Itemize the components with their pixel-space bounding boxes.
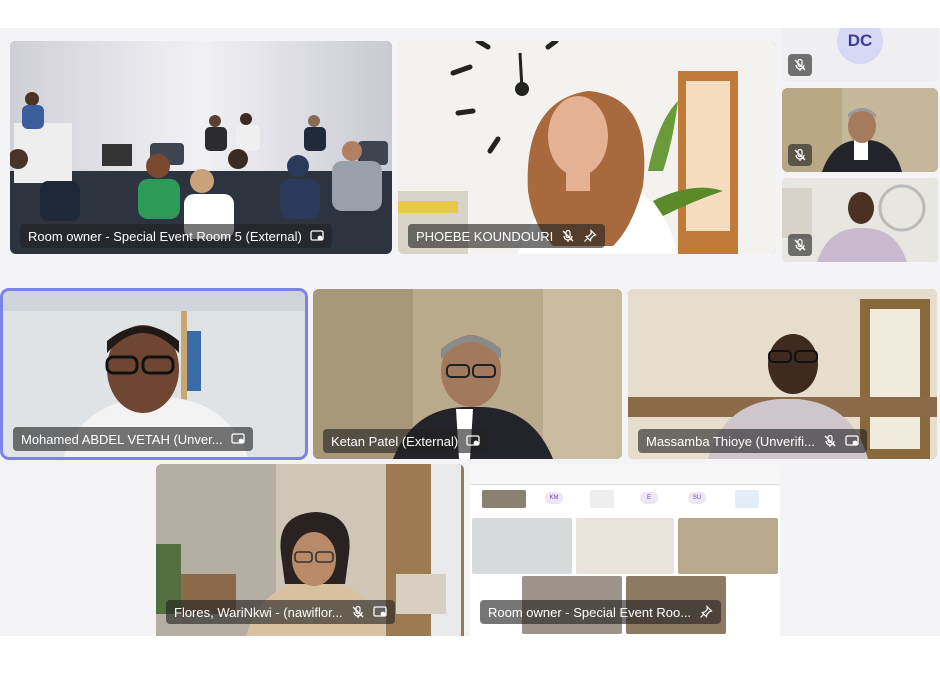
participant-name: Mohamed ABDEL VETAH (Unver... xyxy=(21,431,223,447)
mic-off-icon xyxy=(823,434,837,448)
participant-name: Flores, WariNkwi - (nawiflor... xyxy=(174,604,343,620)
screen-share-icon xyxy=(230,432,245,446)
video-tile-ketan[interactable]: Ketan Patel (External) xyxy=(313,289,622,459)
screen-share-icon xyxy=(310,229,324,243)
share-thumb xyxy=(482,490,526,508)
pin-icon[interactable] xyxy=(699,604,713,619)
participant-label: Room owner - Special Event Room 5 (Exter… xyxy=(20,224,332,248)
participant-name: Massamba Thioye (Unverifi... xyxy=(646,433,815,449)
video-tile-dc[interactable]: DC xyxy=(782,28,938,82)
participant-label: Room owner - Special Event Roo... xyxy=(480,600,722,624)
avatar: DC xyxy=(837,28,883,64)
share-thumb xyxy=(678,518,778,574)
office-scene xyxy=(398,41,776,254)
mic-off-icon xyxy=(561,229,575,243)
mic-off-icon xyxy=(788,54,812,76)
initials-chip: SU xyxy=(688,492,706,504)
mic-off-icon xyxy=(351,605,365,619)
video-tile-massamba[interactable]: Massamba Thioye (Unverifi... xyxy=(628,289,937,459)
participant-name: Room owner - Special Event Roo... xyxy=(488,604,692,620)
share-thumb xyxy=(735,490,759,508)
pin-icon[interactable] xyxy=(583,228,597,243)
video-tile-mini-3[interactable] xyxy=(782,178,938,262)
participant-name: PHOEBE KOUNDOURI xyxy=(416,228,554,244)
participant-name: Ketan Patel (External) xyxy=(331,433,459,449)
video-tile-room-share[interactable]: KM E SU Room owner - Special Event Roo..… xyxy=(470,464,780,636)
screen-share-icon xyxy=(372,605,387,619)
participant-name: Room owner - Special Event Room 5 (Exter… xyxy=(28,228,302,244)
participant-label: PHOEBE KOUNDOURI xyxy=(408,224,606,248)
share-thumb xyxy=(472,518,572,574)
meeting-stage: Room owner - Special Event Room 5 (Exter… xyxy=(0,28,940,636)
video-tile-mohamed[interactable]: Mohamed ABDEL VETAH (Unver... xyxy=(3,291,305,457)
share-thumb xyxy=(576,518,674,574)
participant-label: Flores, WariNkwi - (nawiflor... xyxy=(166,600,395,624)
share-thumb xyxy=(590,490,614,508)
video-tile-mini-2[interactable] xyxy=(782,88,938,172)
participant-label: Ketan Patel (External) xyxy=(323,429,489,453)
conference-room-scene xyxy=(10,41,392,254)
shared-screen-toolbar xyxy=(470,464,780,485)
initials-chip: KM xyxy=(545,492,563,504)
mic-off-icon xyxy=(788,234,812,256)
participant-label: Mohamed ABDEL VETAH (Unver... xyxy=(13,427,253,451)
screen-share-icon xyxy=(845,434,859,448)
participant-label: Massamba Thioye (Unverifi... xyxy=(638,429,867,453)
mic-off-icon xyxy=(788,144,812,166)
initials-chip: E xyxy=(640,492,658,504)
video-tile-phoebe[interactable]: PHOEBE KOUNDOURI xyxy=(398,41,776,254)
video-tile-room5[interactable]: Room owner - Special Event Room 5 (Exter… xyxy=(10,41,392,254)
screen-share-icon xyxy=(466,434,480,448)
video-tile-flores[interactable]: Flores, WariNkwi - (nawiflor... xyxy=(156,464,464,636)
